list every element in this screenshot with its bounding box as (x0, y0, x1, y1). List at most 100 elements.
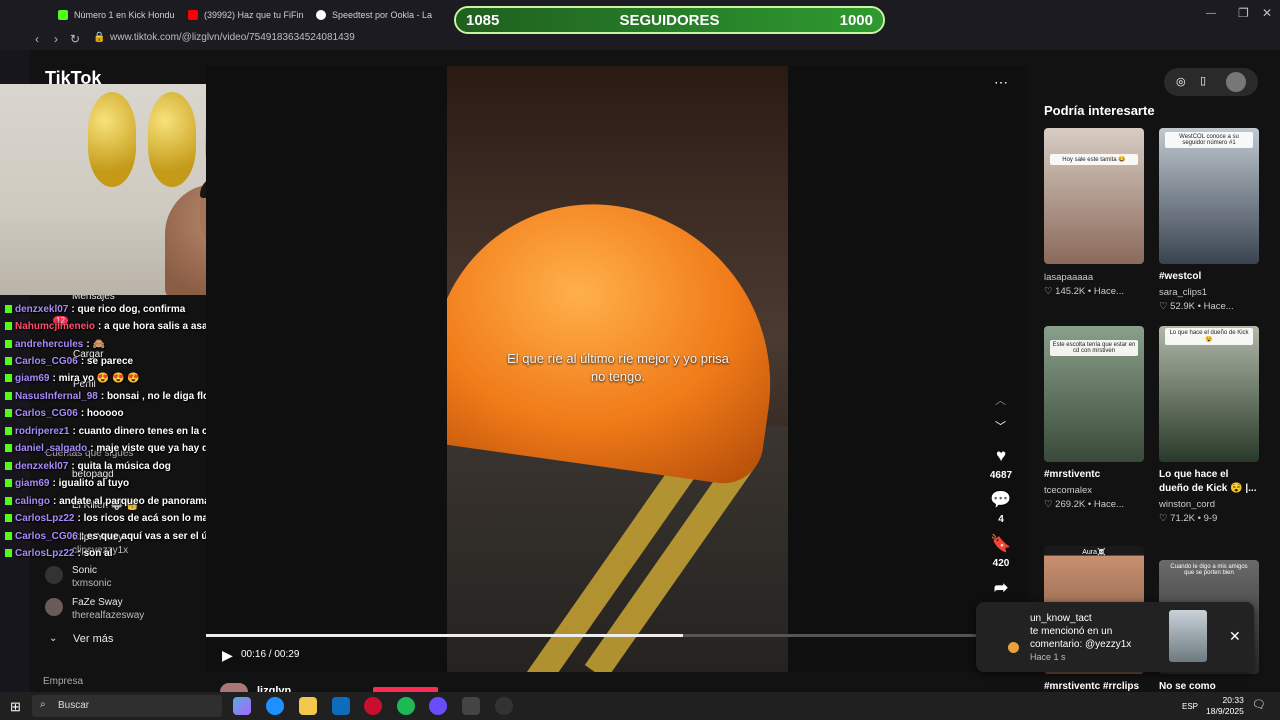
video-player[interactable]: El que ríe al último ríe mejor y yo pris… (447, 66, 788, 672)
obs-icon[interactable] (495, 697, 513, 715)
card-author[interactable]: tcecomalex (1044, 485, 1144, 496)
maximize-icon[interactable]: ❐ (1238, 6, 1249, 20)
clock-date: 18/9/2025 (1206, 706, 1244, 716)
compass-icon[interactable]: ◎ (1176, 75, 1186, 88)
comment-icon: 💬 (990, 490, 1012, 509)
card-title[interactable]: #westcol (1159, 270, 1259, 284)
phone-icon[interactable]: ▯ (1200, 74, 1206, 87)
chat-message: giam69: igualito al tuyo (5, 478, 129, 489)
card-title[interactable]: Lo que hace el dueño de Kick 😵 |... (1159, 468, 1259, 496)
followers-current: 1085 (466, 11, 500, 29)
chat-message: CarlosLpz22: son al (5, 548, 112, 559)
following-name[interactable]: FaZe Sway (72, 597, 123, 608)
back-icon[interactable]: ‹ (35, 32, 39, 46)
more-options-icon[interactable]: ⋯ (994, 74, 1008, 91)
chat-username: Carlos_CG06 (15, 356, 78, 367)
following-handle: txmsonic (72, 578, 112, 589)
like-button[interactable]: ♥ 4687 (988, 446, 1014, 481)
card-thumbnail[interactable]: Lo que hace el dueño de Kick 😵 (1159, 326, 1259, 462)
card-author[interactable]: lasapaaaaa (1044, 272, 1144, 283)
card-thumbnail[interactable]: Hoy sale este tamita 😂 (1044, 128, 1144, 264)
thumb-text: Lo que hace el dueño de Kick 😵 (1165, 328, 1253, 345)
minimize-icon[interactable]: — (1206, 8, 1216, 19)
card-thumbnail[interactable]: WestCOL conoce a su seguidor número #1 (1159, 128, 1259, 264)
company-link[interactable]: Empresa (43, 676, 83, 687)
recommend-title: Podría interesarte (1044, 103, 1155, 118)
tab-kick[interactable]: Número 1 en Kick Hondu (50, 4, 178, 26)
chat-message: andrehercules: 🙈 (5, 339, 105, 350)
taskbar-search[interactable]: ⌕ Buscar (32, 695, 222, 717)
chat-username: denzxekl07 (15, 304, 69, 315)
lock-icon: 🔒 (93, 32, 106, 43)
close-icon[interactable]: ✕ (1262, 6, 1272, 20)
mention-notification[interactable]: un_know_tact te mencionó en un comentari… (976, 602, 1254, 672)
recommend-card[interactable]: Este escolta tenía que estar en cd con m… (1044, 326, 1144, 510)
thumb-text: WestCOL conoce a su seguidor número #1 (1165, 132, 1253, 148)
kick-badge-icon (5, 549, 12, 557)
windows-start-icon[interactable]: ⊞ (10, 699, 21, 715)
chat-username: Carlos_CG06 (15, 408, 78, 419)
author-avatar[interactable] (220, 683, 248, 692)
chat-username: giam69 (15, 478, 50, 489)
reload-icon[interactable]: ↻ (70, 32, 80, 46)
video-progress-fill (206, 634, 684, 637)
chat-message: rodriperez1: cuanto dinero tenes en la c… (5, 426, 234, 437)
forward-icon[interactable]: › (54, 32, 58, 46)
kick-badge-icon (5, 532, 12, 540)
notification-thumbnail[interactable] (1169, 610, 1207, 662)
language-indicator[interactable]: ESP (1182, 702, 1198, 711)
recommend-card[interactable]: Hoy sale este tamita 😂 lasapaaaaa ♡ 145.… (1044, 128, 1144, 297)
notification-time: Hace 1 s (1030, 652, 1066, 662)
file-explorer-icon[interactable] (299, 697, 317, 715)
chat-username: daniel_salgado (15, 443, 88, 454)
card-thumbnail[interactable]: Este escolta tenía que estar en cd con m… (1044, 326, 1144, 462)
chevron-down-icon[interactable]: ⌄ (49, 633, 57, 644)
card-title[interactable]: #mrstiventc (1044, 468, 1144, 482)
spotify-icon[interactable] (397, 697, 415, 715)
bookmark-icon: 🔖 (990, 534, 1012, 553)
video-progress-bar[interactable] (206, 634, 976, 637)
avatar[interactable] (1226, 72, 1246, 92)
settings-gear-icon[interactable] (462, 697, 480, 715)
avatar[interactable] (45, 598, 63, 616)
play-icon[interactable]: ▶ (222, 647, 233, 664)
tab-speedtest[interactable]: Speedtest por Ookla - La (308, 4, 436, 26)
orange-car (447, 183, 788, 489)
avatar[interactable] (45, 566, 63, 584)
see-more-link[interactable]: Ver más (73, 633, 113, 645)
chat-text: igualito al tuyo (58, 478, 130, 489)
kick-badge-icon (5, 357, 12, 365)
chat-text: que rico dog, confirma (77, 304, 186, 315)
recommend-card[interactable]: WestCOL conoce a su seguidor número #1 #… (1159, 128, 1259, 312)
taskbar-clock[interactable]: 20:33 18/9/2025 (1206, 695, 1244, 717)
card-author[interactable]: sara_clips1 (1159, 287, 1259, 298)
edge-icon[interactable] (266, 697, 284, 715)
next-video-icon[interactable]: ﹀ (995, 418, 1006, 434)
chat-username: CarlosLpz22 (15, 548, 75, 559)
comment-button[interactable]: 💬 4 (988, 490, 1014, 525)
balloon-zero (148, 92, 196, 187)
followers-label: SEGUIDORES (619, 11, 720, 29)
app-icon[interactable] (429, 697, 447, 715)
url-field[interactable]: www.tiktok.com/@lizglvn/video/7549183634… (110, 32, 355, 43)
opera-icon[interactable] (364, 697, 382, 715)
outlook-icon[interactable] (332, 697, 350, 715)
kick-badge-icon (5, 409, 12, 417)
share-button[interactable]: ➦ (988, 578, 1014, 602)
card-author[interactable]: winston_cord (1159, 499, 1259, 510)
save-button[interactable]: 🔖 420 (988, 534, 1014, 569)
tab-youtube[interactable]: (39992) Haz que tu FiFin (180, 4, 308, 26)
previous-video-icon[interactable]: ︿ (995, 392, 1006, 408)
copilot-icon[interactable] (233, 697, 251, 715)
balloon-one (88, 92, 136, 187)
comment-count: 4 (998, 514, 1004, 525)
tab-label: Speedtest por Ookla - La (332, 10, 433, 20)
chat-username: denzxekl07 (15, 461, 69, 472)
author-name[interactable]: lizglvn (257, 685, 291, 692)
following-name[interactable]: Sonic (72, 565, 97, 576)
close-icon[interactable]: ✕ (1229, 628, 1241, 645)
followers-goal-bar: 1085 SEGUIDORES 1000 (454, 6, 885, 34)
kick-badge-icon (5, 427, 12, 435)
notification-center-icon[interactable]: 🗨 (1252, 698, 1266, 711)
recommend-card[interactable]: Lo que hace el dueño de Kick 😵 Lo que ha… (1159, 326, 1259, 524)
